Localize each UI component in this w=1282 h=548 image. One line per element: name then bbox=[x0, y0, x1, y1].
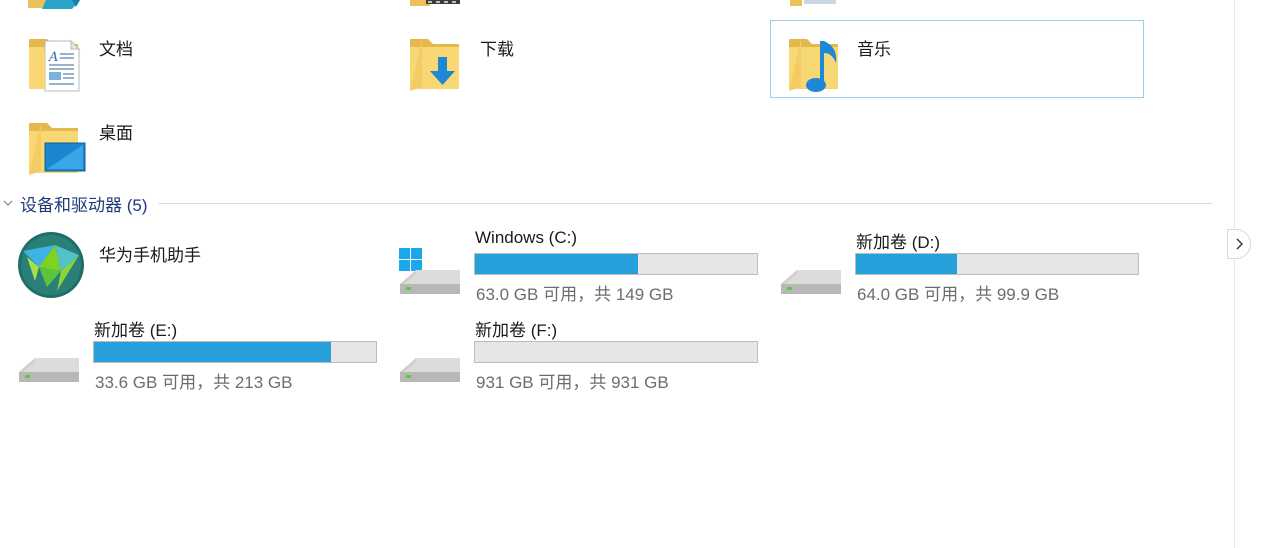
desktop-folder-icon bbox=[29, 123, 86, 175]
drive-tile-c[interactable]: Windows (C:) 63.0 GB 可用，共 149 GB bbox=[382, 228, 758, 312]
3d-objects-folder-icon[interactable] bbox=[790, 0, 850, 10]
device-tile-hisuite[interactable]: 华为手机助手 bbox=[4, 226, 378, 304]
svg-text:A: A bbox=[48, 50, 58, 65]
folder-label: 音乐 bbox=[857, 40, 891, 59]
folder-tile-documents[interactable]: A 文档 bbox=[4, 20, 378, 98]
drive-tile-d[interactable]: 新加卷 (D:) 64.0 GB 可用，共 99.9 GB bbox=[763, 228, 1139, 312]
documents-folder-icon: A bbox=[29, 39, 81, 92]
drive-free-space: 64.0 GB 可用，共 99.9 GB bbox=[857, 285, 1060, 304]
details-pane-edge bbox=[1234, 0, 1282, 548]
drive-free-space: 931 GB 可用，共 931 GB bbox=[476, 373, 669, 392]
folder-label: 文档 bbox=[99, 40, 133, 59]
music-folder-icon bbox=[789, 39, 838, 92]
drive-free-space: 33.6 GB 可用，共 213 GB bbox=[95, 373, 293, 392]
drive-tile-f[interactable]: 新加卷 (F:) 931 GB 可用，共 931 GB bbox=[382, 316, 758, 400]
drive-name: 新加卷 (E:) bbox=[94, 321, 178, 340]
chevron-down-icon[interactable] bbox=[3, 198, 13, 208]
drive-usage-bar bbox=[93, 341, 377, 363]
downloads-folder-icon bbox=[410, 39, 459, 91]
huawei-hisuite-icon bbox=[18, 232, 84, 298]
drive-usage-bar bbox=[855, 253, 1139, 275]
videos-folder-icon[interactable] bbox=[410, 0, 470, 10]
drive-usage-fill bbox=[94, 342, 332, 362]
folder-tile-downloads[interactable]: 下载 bbox=[385, 20, 759, 98]
drive-free-space: 63.0 GB 可用，共 149 GB bbox=[476, 285, 674, 304]
group-title: 设备和驱动器 (5) bbox=[20, 195, 148, 215]
drive-name: Windows (C:) bbox=[475, 228, 578, 247]
hard-drive-icon bbox=[781, 270, 841, 294]
file-explorer-content-pane: A 文档 下载 音乐 桌面 设备和驱动器 (5) 华为手机助手 Windows … bbox=[0, 0, 1234, 548]
hard-drive-icon bbox=[400, 358, 460, 382]
folder-label: 桌面 bbox=[99, 124, 133, 143]
drive-usage-fill bbox=[475, 254, 638, 274]
folder-label: 下载 bbox=[480, 40, 514, 59]
hard-drive-icon bbox=[19, 358, 79, 382]
drive-usage-fill bbox=[856, 254, 958, 274]
drive-usage-bar bbox=[474, 253, 758, 275]
windows-system-drive-icon bbox=[399, 248, 460, 294]
drive-usage-bar bbox=[474, 341, 758, 363]
drive-tile-e[interactable]: 新加卷 (E:) 33.6 GB 可用，共 213 GB bbox=[1, 316, 377, 400]
folder-tile-music[interactable]: 音乐 bbox=[770, 20, 1144, 98]
folder-tile-desktop[interactable]: 桌面 bbox=[4, 104, 378, 182]
devices-and-drives-group-header[interactable]: 设备和驱动器 (5) bbox=[0, 190, 1234, 216]
device-label: 华为手机助手 bbox=[99, 246, 201, 265]
pictures-folder-icon[interactable] bbox=[28, 0, 88, 10]
chevron-right-icon bbox=[1236, 238, 1243, 250]
drive-name: 新加卷 (F:) bbox=[475, 321, 558, 340]
drive-name: 新加卷 (D:) bbox=[856, 233, 941, 252]
group-divider bbox=[157, 202, 1212, 204]
